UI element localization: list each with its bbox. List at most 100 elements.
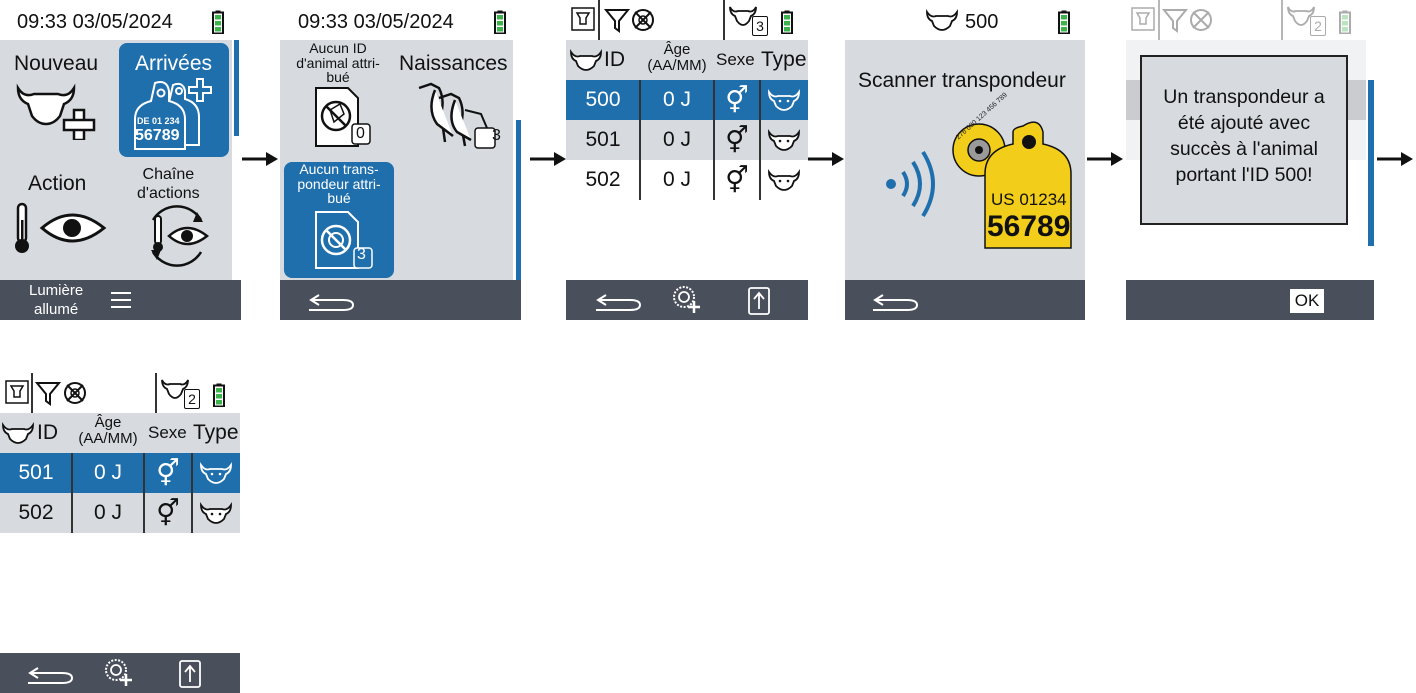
filter-icon: [1162, 9, 1188, 33]
tile-no-animal-id[interactable]: Aucun ID d'animal attri- bué 0: [280, 40, 396, 158]
divider: [639, 80, 641, 200]
column-header-type[interactable]: Type: [193, 421, 239, 444]
cell-id: 502: [18, 501, 54, 524]
upload-icon[interactable]: [179, 660, 201, 688]
back-icon[interactable]: [873, 291, 919, 311]
status-bar: 2: [0, 373, 240, 413]
tile-births[interactable]: Naissances 3: [397, 40, 513, 158]
column-header-age[interactable]: Âge (AA/MM): [644, 42, 710, 74]
divider: [713, 80, 715, 200]
cell-age: 0 J: [93, 501, 122, 524]
table-body: 501 0 J ⚥ 502 0 J ⚥: [0, 453, 240, 533]
bottom-bar: [0, 653, 240, 693]
table-header: ID Âge (AA/MM) Sexe Type: [566, 40, 808, 80]
scrollbar[interactable]: [516, 120, 521, 280]
menu-icon[interactable]: [111, 292, 131, 308]
table-row[interactable]: 501 0 J ⚥: [566, 120, 808, 160]
flow-arrow-icon: [530, 152, 566, 166]
menu-grid: Nouveau Arrivées DE 01 234 56789 Action …: [0, 40, 232, 280]
arrivals-tag-country: DE 01 234: [137, 116, 180, 126]
bottom-bar: [280, 280, 521, 320]
screen-arrivals: 09:33 03/05/2024 Aucun ID d'animal attri…: [280, 0, 521, 320]
flow-arrow-icon: [1087, 152, 1123, 166]
bottom-bar: [566, 280, 808, 320]
tile-arrivals[interactable]: Arrivées DE 01 234 56789: [119, 43, 229, 157]
action-chain-icon: [151, 205, 210, 267]
badge-births-count: 3: [492, 127, 501, 144]
divider: [31, 373, 33, 413]
status-bar: 3: [566, 0, 808, 40]
bottom-bar: [845, 280, 1085, 320]
table-row[interactable]: 502 0 J ⚥: [0, 493, 240, 533]
table-row[interactable]: 500 0 J ⚥: [566, 80, 808, 120]
upload-icon[interactable]: [748, 287, 770, 315]
animal-id: 500: [965, 11, 999, 33]
flow-arrow-icon: [242, 152, 278, 166]
add-transponder-icon[interactable]: [672, 285, 704, 315]
scrollbar[interactable]: [234, 40, 239, 136]
cell-id: 501: [585, 128, 621, 151]
back-icon[interactable]: [28, 664, 74, 684]
column-header-sex[interactable]: Sexe: [148, 424, 187, 442]
divider: [143, 453, 145, 533]
tile-action[interactable]: Action: [2, 162, 114, 280]
back-icon[interactable]: [309, 291, 355, 311]
filter-icon[interactable]: [35, 380, 61, 406]
table-body: 500 0 J ⚥ 501 0 J ⚥ 502 0 J ⚥: [566, 80, 808, 200]
tag-filter-icon: [571, 7, 595, 31]
tile-new[interactable]: Nouveau: [2, 40, 114, 158]
status-bar: 500: [845, 0, 1085, 40]
cow-plus-icon: [16, 83, 96, 140]
no-transponder-filter-icon: [1190, 9, 1212, 31]
badge-no-id-count: 0: [356, 125, 365, 142]
cell-age: 0 J: [93, 461, 122, 484]
wireless-signal-icon: [886, 150, 935, 218]
calf-type-icon: [192, 493, 240, 533]
bottom-bar: OK: [1126, 280, 1374, 320]
battery-icon: [212, 10, 224, 34]
tag-number: 56789: [987, 210, 1071, 243]
divider: [759, 80, 761, 200]
sex-unknown-icon: ⚥: [725, 124, 749, 155]
battery-icon: [494, 10, 506, 34]
column-header-id[interactable]: ID: [37, 421, 58, 444]
battery-icon: [1058, 10, 1070, 34]
divider: [598, 0, 600, 40]
tile-no-transponder[interactable]: Aucun trans- pondeur attri- bué 3: [284, 162, 394, 278]
sex-unknown-icon: ⚥: [725, 84, 749, 115]
screen-animal-list-updated: 2 ID Âge (AA/MM) Sexe Type 501 0 J ⚥ 502…: [0, 373, 240, 693]
no-transponder-filter-icon: [64, 382, 86, 404]
filter-icon[interactable]: [604, 7, 630, 33]
cow-icon: [926, 9, 958, 31]
arrivals-tag-number: 56789: [135, 127, 180, 144]
back-icon[interactable]: [596, 291, 642, 311]
divider: [1281, 0, 1283, 40]
arrivals-grid: Aucun ID d'animal attri- bué 0 Naissance…: [280, 40, 513, 280]
table-row[interactable]: 502 0 J ⚥: [566, 160, 808, 200]
scan-panel: Scanner transpondeur 276 000 123 456 789…: [845, 40, 1085, 280]
column-header-id[interactable]: ID: [604, 48, 625, 71]
light-button[interactable]: Lumière allumé: [29, 282, 83, 320]
animal-count-badge: 2: [1310, 16, 1326, 36]
tile-action-chain[interactable]: Chaîne d'actions: [119, 162, 231, 280]
animal-count-badge: 3: [752, 16, 768, 36]
screen-scan-transponder: 500 Scanner transpondeur 276 000 123 456…: [845, 0, 1085, 320]
screen-confirmation: 2 Un transpondeur a été ajouté avec succ…: [1126, 0, 1374, 320]
scrollbar[interactable]: [1368, 80, 1374, 246]
divider: [191, 453, 193, 533]
column-header-age[interactable]: Âge (AA/MM): [73, 415, 143, 447]
column-header-type[interactable]: Type: [761, 48, 807, 71]
tile-new-label: Nouveau: [14, 52, 99, 75]
clock: 09:33 03/05/2024: [298, 11, 454, 33]
status-bar: 09:33 03/05/2024: [0, 0, 241, 40]
table-row[interactable]: 501 0 J ⚥: [0, 453, 240, 493]
column-header-sex[interactable]: Sexe: [716, 51, 755, 69]
clock: 09:33 03/05/2024: [17, 11, 173, 33]
calf-type-icon: [192, 453, 240, 493]
add-transponder-icon[interactable]: [104, 658, 136, 688]
table-header: ID Âge (AA/MM) Sexe Type: [0, 413, 240, 453]
cell-id: 501: [18, 461, 54, 484]
ok-button[interactable]: OK: [1290, 289, 1324, 313]
screen-main-menu: 09:33 03/05/2024 Nouveau Arrivées DE 01 …: [0, 0, 241, 320]
cell-age: 0 J: [662, 88, 691, 111]
